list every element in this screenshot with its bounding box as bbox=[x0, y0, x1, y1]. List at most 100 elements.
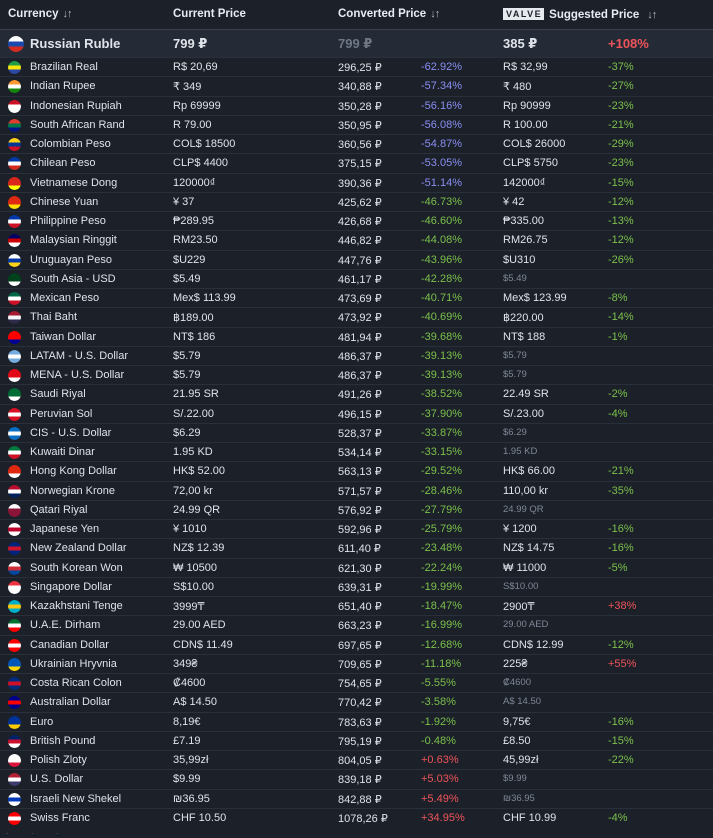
sort-icon[interactable]: ↓↑ bbox=[430, 8, 440, 20]
sort-icon[interactable]: ↓↑ bbox=[63, 8, 73, 20]
suggested-price-percent: -22% bbox=[608, 754, 634, 766]
current-price: $6.29 bbox=[173, 426, 201, 439]
currency-name: Norwegian Krone bbox=[30, 484, 115, 497]
currency-column-header[interactable]: Currency ↓↑ bbox=[8, 8, 73, 20]
suggested-price: $U310 bbox=[503, 253, 536, 266]
suggested-price: ₹ 480 bbox=[503, 81, 532, 94]
flag-icon bbox=[8, 272, 21, 286]
price-difference-percent: -5.55% bbox=[421, 677, 456, 689]
suggested-price: 2900₸ bbox=[503, 601, 535, 613]
current-price: Rp 69999 bbox=[173, 99, 221, 112]
suggested-price-percent: -2% bbox=[608, 388, 628, 401]
suggested-price-percent: -27% bbox=[608, 80, 634, 93]
suggested-price: 142000₫ bbox=[503, 176, 546, 189]
currency-name: Colombian Peso bbox=[30, 138, 111, 150]
price-difference-percent: -51.14% bbox=[421, 176, 462, 189]
price-difference-percent: -3.58% bbox=[421, 696, 456, 709]
flag-icon bbox=[8, 349, 21, 363]
current-price: 3999₸ bbox=[173, 601, 205, 613]
current-price: NT$ 186 bbox=[173, 330, 216, 343]
converted-price: 473,92 ₽ bbox=[338, 312, 382, 325]
current-price: 1.95 KD bbox=[173, 446, 213, 458]
suggested-price-column-header[interactable]: VALVE Suggested Price ↓↑ bbox=[503, 8, 657, 21]
flag-icon bbox=[8, 330, 21, 344]
currency-name: South Asia - USD bbox=[30, 272, 116, 285]
flag-icon bbox=[8, 446, 21, 459]
table-row: Colombian Peso COL$ 18500 360,56 ₽ -54.8… bbox=[0, 134, 713, 153]
suggested-price-percent: -26% bbox=[608, 253, 634, 266]
price-difference-percent: -43.96% bbox=[421, 253, 462, 266]
current-price: 349₴ bbox=[173, 657, 198, 670]
suggested-price: $5.79 bbox=[503, 349, 527, 361]
suggested-price: 45,99zł bbox=[503, 754, 539, 766]
table-row: South Asia - USD $5.49 461,17 ₽ -42.28% … bbox=[0, 268, 713, 288]
currency-name: Japanese Yen bbox=[30, 523, 100, 535]
current-price: CDN$ 11.49 bbox=[173, 638, 233, 651]
price-difference-percent: -29.52% bbox=[421, 465, 462, 478]
table-row: Uruguayan Peso $U229 447,76 ₽ -43.96% $U… bbox=[0, 249, 713, 269]
suggested-price: 1.95 KD bbox=[503, 446, 538, 457]
converted-price: 611,40 ₽ bbox=[338, 543, 381, 556]
flag-icon bbox=[8, 792, 21, 806]
suggested-price-percent: +108% bbox=[608, 36, 649, 51]
table-row: Saudi Riyal 21.95 SR 491,26 ₽ -38.52% 22… bbox=[0, 384, 713, 403]
currency-name: Thai Baht bbox=[30, 311, 78, 324]
flag-icon bbox=[8, 407, 21, 421]
converted-price: 447,76 ₽ bbox=[338, 254, 382, 267]
converted-price-header-label: Converted Price bbox=[338, 8, 427, 20]
current-price: Mex$ 113.99 bbox=[173, 292, 236, 304]
current-price-column-header: Current Price bbox=[173, 8, 246, 20]
converted-price: 375,15 ₽ bbox=[338, 158, 382, 171]
currency-name: Kuwaiti Dinar bbox=[30, 446, 95, 458]
suggested-price-percent: -29% bbox=[608, 138, 634, 150]
table-row: Singapore Dollar S$10.00 639,31 ₽ -19.99… bbox=[0, 576, 713, 596]
suggested-price: ¥ 1200 bbox=[503, 523, 537, 535]
table-row: Thai Baht ฿189.00 473,92 ₽ -40.69% ฿220.… bbox=[0, 307, 713, 326]
converted-price: 461,17 ₽ bbox=[338, 273, 382, 286]
flag-icon bbox=[8, 715, 21, 729]
currency-table: Russian Ruble 799 ₽ 799 ₽ 385 ₽ +108% Br… bbox=[0, 29, 713, 827]
converted-price-column-header[interactable]: Converted Price ↓↑ bbox=[338, 8, 440, 20]
suggested-price: NZ$ 14.75 bbox=[503, 542, 555, 555]
currency-name: Polish Zloty bbox=[30, 754, 87, 766]
suggested-price-percent: -4% bbox=[608, 407, 628, 420]
flag-icon bbox=[8, 234, 21, 248]
table-row: Japanese Yen ¥ 1010 592,96 ₽ -25.79% ¥ 1… bbox=[0, 519, 713, 538]
flag-icon bbox=[8, 369, 21, 382]
converted-price: 446,82 ₽ bbox=[338, 235, 382, 248]
current-price: NZ$ 12.39 bbox=[173, 542, 225, 555]
converted-price: 350,95 ₽ bbox=[338, 119, 382, 132]
suggested-price: 225₴ bbox=[503, 657, 528, 670]
currency-name: Hong Kong Dollar bbox=[30, 465, 117, 478]
suggested-price-percent: -16% bbox=[608, 542, 634, 555]
currency-name: Philippine Peso bbox=[30, 215, 106, 227]
suggested-price: 22.49 SR bbox=[503, 388, 549, 401]
currency-name: Taiwan Dollar bbox=[30, 330, 97, 343]
flag-icon bbox=[8, 426, 21, 440]
table-row: MENA - U.S. Dollar $5.79 486,37 ₽ -39.13… bbox=[0, 365, 713, 384]
flag-icon bbox=[8, 195, 21, 209]
currency-name: Russian Ruble bbox=[30, 36, 121, 51]
suggested-price: HK$ 66.00 bbox=[503, 465, 555, 478]
currency-name: U.A.E. Dirham bbox=[30, 619, 101, 632]
price-difference-percent: -38.52% bbox=[421, 388, 462, 401]
suggested-price: RM26.75 bbox=[503, 234, 548, 247]
sort-icon[interactable]: ↓↑ bbox=[647, 9, 657, 21]
flag-icon bbox=[8, 292, 21, 305]
current-price: ₩ 10500 bbox=[173, 561, 218, 574]
flag-icon bbox=[8, 388, 21, 402]
table-row: Kuwaiti Dinar 1.95 KD 534,14 ₽ -33.15% 1… bbox=[0, 442, 713, 461]
price-difference-percent: -16.99% bbox=[421, 619, 462, 632]
flag-icon bbox=[8, 754, 21, 767]
suggested-price: ₱335.00 bbox=[503, 215, 544, 227]
currency-name: New Zealand Dollar bbox=[30, 542, 127, 555]
table-row: Indian Rupee ₹ 349 340,88 ₽ -57.34% ₹ 48… bbox=[0, 76, 713, 95]
price-difference-percent: -19.99% bbox=[421, 580, 462, 593]
suggested-price: 385 ₽ bbox=[503, 36, 538, 51]
suggested-price-header-label: Suggested Price bbox=[549, 9, 640, 21]
converted-price: 486,37 ₽ bbox=[338, 350, 382, 363]
current-price: ¥ 1010 bbox=[173, 523, 207, 535]
currency-name: Saudi Riyal bbox=[30, 388, 86, 401]
flag-icon bbox=[8, 677, 21, 690]
price-difference-percent: +34.95% bbox=[421, 811, 465, 824]
